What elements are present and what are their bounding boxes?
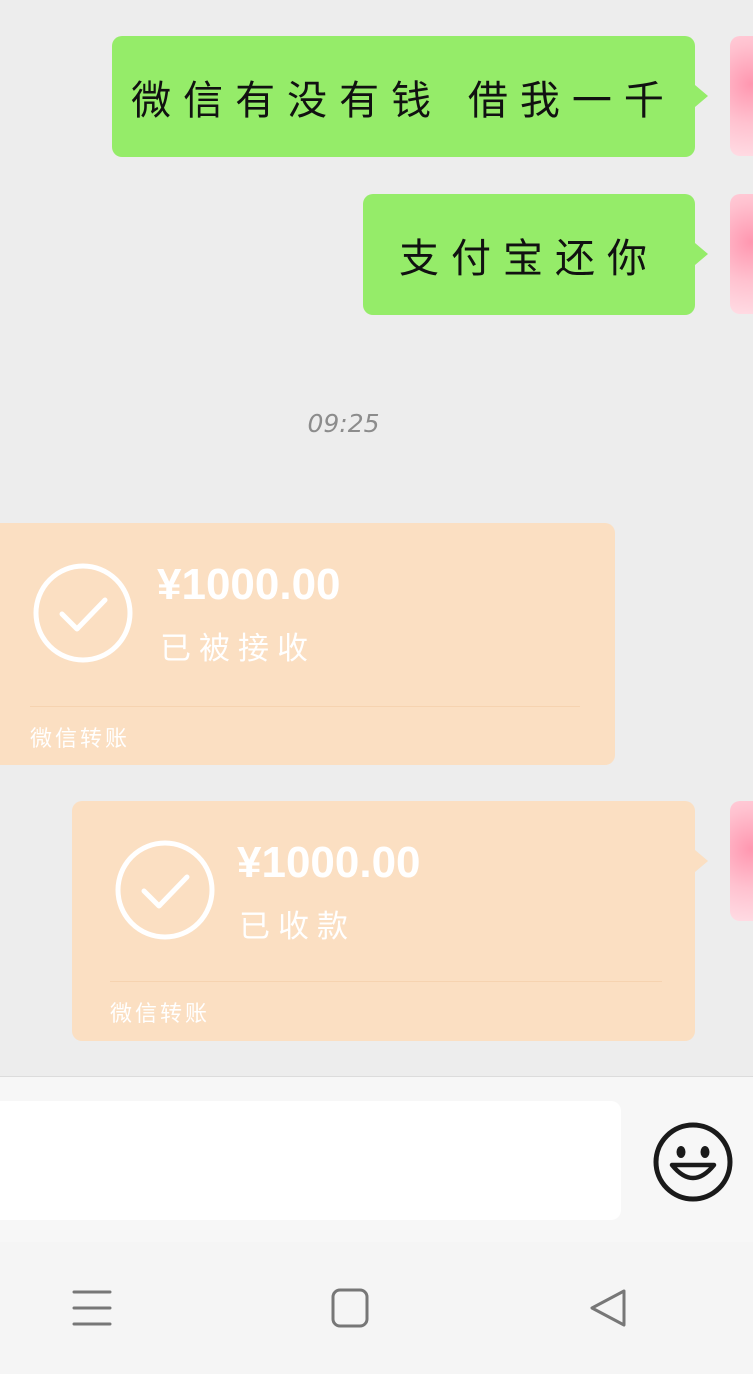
transfer-card-sent[interactable]: ¥1000.00 已收款 微信转账 <box>72 801 695 1041</box>
back-icon[interactable] <box>584 1286 632 1330</box>
chat-area: 微信有没有钱 借我一千 支付宝还你 09:25 ¥1000.00 已被接收 微信… <box>0 0 753 1076</box>
divider <box>30 706 580 707</box>
avatar[interactable] <box>730 801 753 921</box>
transfer-amount: ¥1000.00 <box>157 560 341 609</box>
transfer-status: 已被接收 <box>160 631 316 667</box>
check-circle-icon <box>115 840 215 940</box>
transfer-amount: ¥1000.00 <box>237 838 421 887</box>
bubble-tail <box>695 85 708 107</box>
input-bar <box>0 1076 753 1242</box>
avatar[interactable] <box>730 194 753 314</box>
message-text: 支付宝还你 <box>399 235 659 282</box>
avatar[interactable] <box>730 36 753 156</box>
check-circle-icon <box>33 563 133 663</box>
bubble-tail <box>695 243 708 265</box>
transfer-footer-label: 微信转账 <box>110 1002 211 1027</box>
sent-message-bubble[interactable]: 支付宝还你 <box>363 194 695 315</box>
transfer-status: 已收款 <box>239 909 356 945</box>
emoji-icon[interactable] <box>652 1121 734 1203</box>
message-timestamp: 09:25 <box>307 409 380 438</box>
transfer-card-received[interactable]: ¥1000.00 已被接收 微信转账 <box>0 523 615 765</box>
sent-message-bubble[interactable]: 微信有没有钱 借我一千 <box>112 36 695 157</box>
home-icon[interactable] <box>326 1286 374 1330</box>
message-input[interactable] <box>0 1101 621 1220</box>
bubble-tail <box>695 850 708 872</box>
divider <box>110 981 662 982</box>
message-text: 微信有没有钱 借我一千 <box>131 77 676 124</box>
system-nav-bar <box>0 1242 753 1374</box>
menu-icon[interactable] <box>68 1286 116 1330</box>
transfer-footer-label: 微信转账 <box>30 727 131 752</box>
